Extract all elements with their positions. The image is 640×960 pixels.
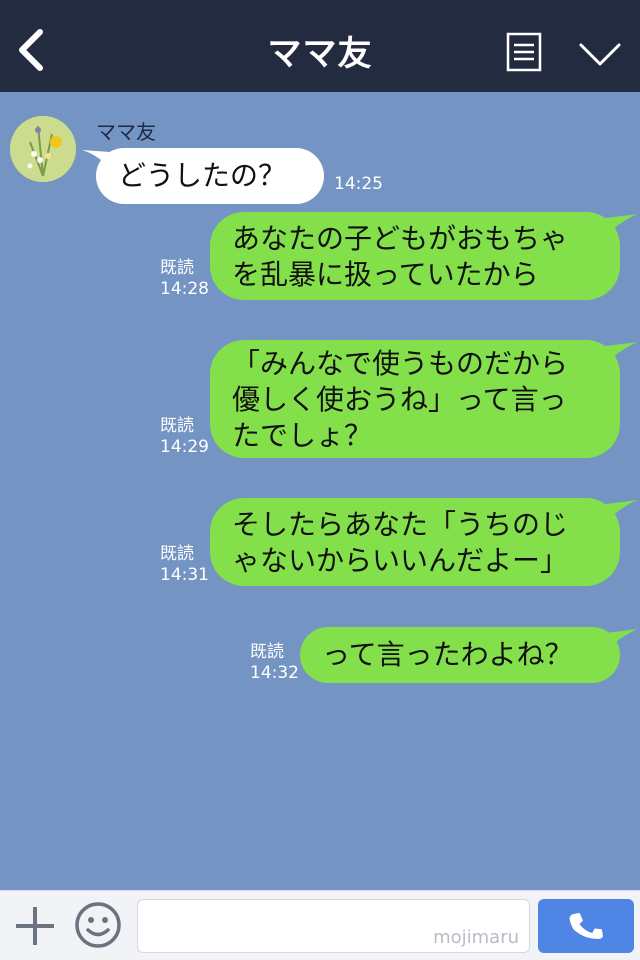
message-bubble-incoming[interactable]: どうしたの？	[96, 148, 324, 204]
plus-icon[interactable]	[14, 905, 56, 947]
message-bubble-outgoing[interactable]: そしたらあなた「うちのじ ゃないからいいんだよー」	[210, 498, 620, 586]
message-input[interactable]: mojimaru	[137, 899, 530, 953]
read-receipt: 既読 14:28	[160, 258, 209, 300]
avatar[interactable]	[10, 116, 76, 182]
read-label: 既読	[160, 544, 194, 564]
read-receipt: 既読 14:29	[160, 416, 209, 458]
message-line: そしたらあなた「うちのじ	[232, 508, 569, 541]
bubble-tail	[606, 342, 638, 364]
chat-title: ママ友	[267, 34, 373, 74]
message-time: 14:25	[334, 174, 383, 194]
message-line: 優しく使おうね」って言っ	[232, 383, 567, 416]
chat-header: ママ友	[0, 0, 640, 92]
message-time: 14:28	[160, 279, 209, 299]
message-line: を乱暴に扱っていたから	[232, 258, 539, 291]
read-label: 既読	[250, 642, 284, 662]
message-line: あなたの子どもがおもちゃ	[232, 222, 569, 255]
bubble-tail	[606, 500, 638, 522]
message-line: たでしょ？	[232, 419, 373, 452]
message-line: 「みんなで使うものだから	[232, 347, 569, 380]
bubble-tail	[606, 629, 638, 651]
read-receipt: 既読 14:32	[250, 642, 299, 684]
message-text: どうしたの？	[118, 159, 287, 192]
call-button[interactable]	[538, 899, 634, 953]
read-label: 既読	[160, 416, 194, 436]
watermark-text: mojimaru	[433, 927, 519, 948]
message-input-bar: mojimaru	[0, 890, 640, 960]
message-time: 14:29	[160, 437, 209, 457]
phone-icon	[569, 912, 603, 939]
message-line: って言ったわよね？	[322, 638, 573, 671]
chevron-down-icon[interactable]	[578, 40, 622, 68]
message-bubble-outgoing[interactable]: あなたの子どもがおもちゃ を乱暴に扱っていたから	[210, 212, 620, 300]
read-label: 既読	[160, 258, 194, 278]
flower-avatar-icon	[10, 116, 76, 182]
sender-name: ママ友	[96, 120, 156, 144]
message-bubble-outgoing[interactable]: 「みんなで使うものだから 優しく使おうね」って言っ たでしょ？	[210, 340, 620, 458]
bubble-tail	[606, 214, 638, 236]
message-line: ゃないからいいんだよー」	[232, 544, 569, 577]
read-receipt: 既読 14:31	[160, 544, 209, 586]
menu-list-icon[interactable]	[506, 32, 542, 72]
message-time: 14:32	[250, 663, 299, 683]
message-time: 14:31	[160, 565, 209, 585]
message-bubble-outgoing[interactable]: って言ったわよね？	[300, 627, 620, 683]
smiley-icon[interactable]	[74, 901, 122, 949]
bubble-tail	[82, 150, 110, 168]
